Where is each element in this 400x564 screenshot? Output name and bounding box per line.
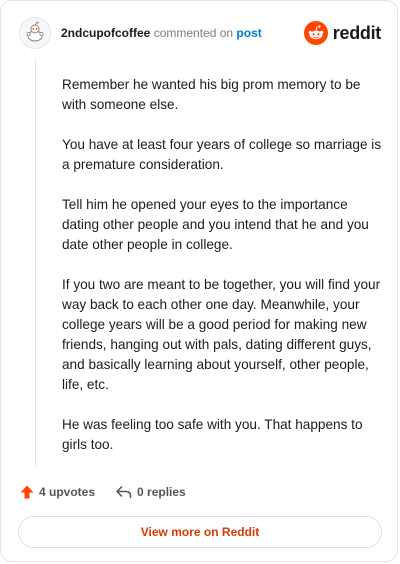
- snoo-avatar-icon: [26, 21, 44, 42]
- comment-paragraph: If you two are meant to be together, you…: [62, 277, 381, 392]
- thread-line: [35, 59, 36, 467]
- user-avatar[interactable]: [19, 17, 51, 49]
- embedded-comment-card: 2ndcupofcoffee commented on post reddit …: [0, 0, 398, 562]
- reply-arrow-icon: [116, 486, 132, 499]
- post-link[interactable]: post: [236, 26, 261, 40]
- comment-actions: 4 upvotes 0 replies: [19, 481, 186, 503]
- reddit-wordmark: reddit: [332, 22, 382, 43]
- reply-count: 0 replies: [137, 485, 186, 499]
- reply-button[interactable]: 0 replies: [115, 484, 186, 500]
- comment-paragraph: He was feeling too safe with you. That h…: [62, 417, 363, 452]
- comment-byline: 2ndcupofcoffee commented on post: [61, 26, 304, 40]
- comment-paragraph: Remember he wanted his big prom memory t…: [62, 77, 361, 112]
- commented-on-text: commented on: [153, 26, 234, 40]
- upvote-arrow-icon: [20, 485, 34, 499]
- upvote-button[interactable]: 4 upvotes: [19, 484, 95, 500]
- view-more-on-reddit-button[interactable]: View more on Reddit: [18, 516, 382, 548]
- comment-paragraph: You have at least four years of college …: [62, 137, 382, 172]
- comment-body: Remember he wanted his big prom memory t…: [62, 75, 384, 475]
- comment-header: 2ndcupofcoffee commented on post reddit: [19, 15, 381, 51]
- username-link[interactable]: 2ndcupofcoffee: [61, 26, 150, 40]
- reddit-logo-icon: [303, 21, 328, 45]
- upvote-count: 4 upvotes: [39, 485, 96, 499]
- reddit-logo[interactable]: reddit: [303, 21, 382, 45]
- comment-paragraph: Tell him he opened your eyes to the impo…: [62, 197, 369, 252]
